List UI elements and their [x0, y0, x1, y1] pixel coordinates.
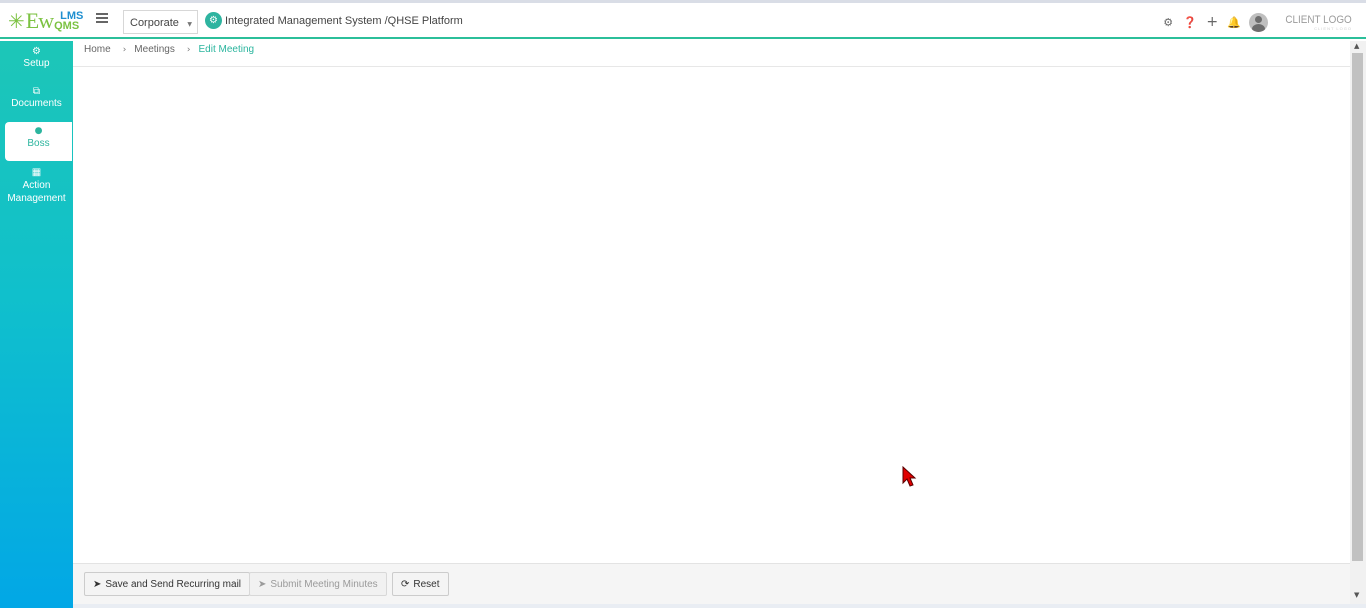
cogs-icon: ⚙	[32, 46, 41, 57]
breadcrumb: Home › Meetings › Edit Meeting	[84, 44, 254, 55]
reset-button[interactable]: ⟳ Reset	[392, 572, 449, 596]
company-select-value: Corporate	[130, 17, 179, 29]
breadcrumb-divider	[73, 66, 1350, 67]
documents-icon: ⧉	[32, 86, 41, 97]
menu-toggle-icon[interactable]	[96, 13, 108, 25]
save-send-recurring-button[interactable]: ➤ Save and Send Recurring mail	[84, 572, 251, 596]
sidebar-item-label: Setup	[23, 58, 50, 69]
logo-star-icon: ✳	[8, 9, 25, 33]
sidebar: ⚙ Setup ⧉ Documents ● Boss ▦ Action Mana…	[0, 41, 73, 608]
help-icon[interactable]: ❓	[1179, 16, 1201, 29]
platform-title-text: Integrated Management System /QHSE Platf…	[225, 14, 463, 27]
top-header: ✳ Ew LMS QMS Corporate ▼ ⚙ Integrated Ma…	[0, 3, 1366, 39]
bell-icon[interactable]: 🔔	[1223, 16, 1245, 29]
sidebar-item-label: Documents	[11, 98, 62, 109]
app-logo[interactable]: ✳ Ew LMS QMS	[8, 8, 83, 33]
send-icon: ➤	[258, 578, 267, 590]
breadcrumb-current: Edit Meeting	[198, 44, 255, 55]
logo-text: Ew	[25, 8, 54, 33]
send-icon: ➤	[93, 578, 102, 590]
submit-meeting-minutes-label: Submit Meeting Minutes	[270, 578, 378, 590]
client-logo-text: CLIENT LOGO	[1285, 13, 1352, 26]
sidebar-item-action-management[interactable]: ▦ Action Management	[0, 166, 73, 205]
refresh-icon: ⟳	[401, 578, 410, 590]
vertical-scrollbar[interactable]: ▲ ▼	[1350, 41, 1366, 604]
client-logo-subtext: CLIENT LOGO	[1314, 25, 1352, 31]
scroll-up-arrow-icon[interactable]: ▲	[1354, 42, 1359, 50]
building-icon: ▦	[31, 167, 42, 178]
breadcrumb-meetings[interactable]: Meetings	[134, 44, 175, 55]
header-actions: ⚙ ❓ + 🔔 CLIENT LOGO CLIENT LOGO	[1157, 10, 1366, 34]
platform-gear-icon: ⚙	[205, 12, 222, 29]
logo-qms: QMS	[54, 20, 80, 32]
user-icon: ●	[34, 126, 43, 136]
plus-icon[interactable]: +	[1201, 14, 1223, 30]
main-content: Home › Meetings › Edit Meeting	[73, 41, 1350, 563]
sidebar-item-label: Boss	[27, 138, 50, 149]
company-select[interactable]: Corporate ▼	[123, 10, 198, 34]
chevron-right-icon: ›	[122, 44, 127, 55]
sidebar-item-setup[interactable]: ⚙ Setup	[0, 45, 73, 69]
save-send-recurring-label: Save and Send Recurring mail	[105, 578, 242, 590]
chevron-down-icon: ▼	[187, 21, 192, 28]
mouse-cursor-icon	[902, 466, 917, 487]
breadcrumb-home[interactable]: Home	[84, 44, 111, 55]
reset-label: Reset	[413, 578, 440, 590]
submit-meeting-minutes-button[interactable]: ➤ Submit Meeting Minutes	[249, 572, 387, 596]
scrollbar-thumb[interactable]	[1352, 53, 1363, 561]
gear-icon[interactable]: ⚙	[1157, 16, 1179, 29]
sidebar-item-label: Action Management	[7, 180, 66, 204]
chevron-right-icon: ›	[186, 44, 191, 55]
client-logo: CLIENT LOGO CLIENT LOGO	[1278, 14, 1352, 31]
logo-suffix: LMS QMS	[54, 11, 83, 32]
sidebar-item-boss[interactable]: ● Boss	[5, 122, 72, 161]
sidebar-item-documents[interactable]: ⧉ Documents	[0, 85, 73, 109]
platform-title: ⚙ Integrated Management System /QHSE Pla…	[205, 12, 463, 29]
form-footer: ➤ Save and Send Recurring mail ➤ Submit …	[73, 563, 1350, 604]
scroll-down-arrow-icon[interactable]: ▼	[1354, 591, 1359, 599]
window-bottom-border	[73, 604, 1366, 608]
user-avatar[interactable]	[1249, 12, 1269, 32]
